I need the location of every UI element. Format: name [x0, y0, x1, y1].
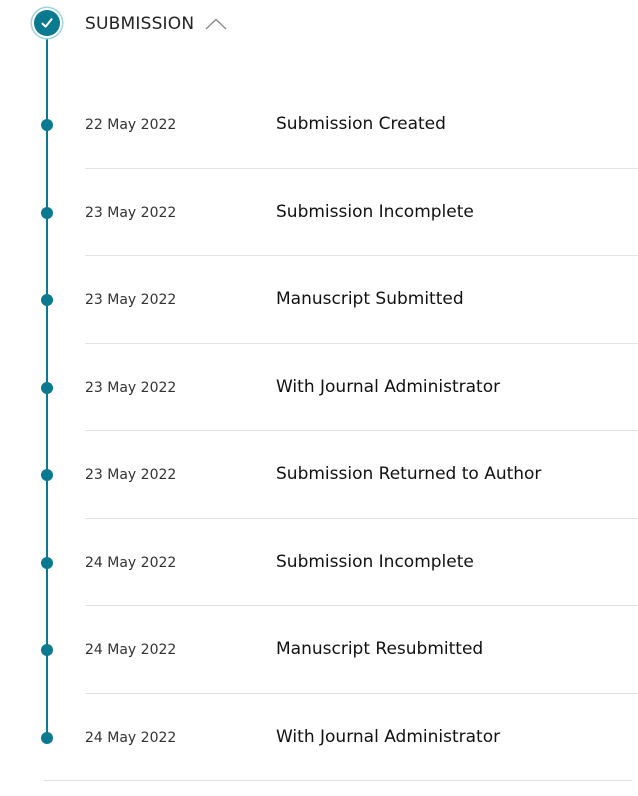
timeline-event: 23 May 2022 Manuscript Submitted	[0, 256, 638, 344]
event-date: 24 May 2022	[85, 554, 177, 571]
event-list: 22 May 2022 Submission Created 23 May 20…	[0, 81, 638, 781]
timeline-event: 24 May 2022 With Journal Administrator	[0, 694, 638, 781]
section-toggle[interactable]: SUBMISSION	[85, 10, 227, 38]
event-status: Submission Created	[276, 114, 446, 134]
timeline-dot	[41, 644, 53, 656]
section-title: SUBMISSION	[85, 14, 195, 34]
event-date: 23 May 2022	[85, 467, 177, 483]
event-date: 22 May 2022	[85, 117, 177, 133]
event-status: Manuscript Submitted	[276, 289, 464, 309]
event-status: Manuscript Resubmitted	[276, 639, 484, 659]
event-date: 23 May 2022	[85, 379, 177, 396]
event-status: Submission Incomplete	[276, 201, 474, 222]
timeline-dot	[41, 294, 53, 306]
timeline-dot	[41, 469, 53, 481]
event-status: Submission Incomplete	[276, 551, 474, 572]
timeline-event: 23 May 2022 With Journal Administrator	[0, 344, 638, 431]
timeline-dot	[41, 119, 53, 131]
chevron-up-icon[interactable]	[205, 18, 227, 30]
timeline-event: 24 May 2022 Submission Incomplete	[0, 519, 638, 606]
timeline-dot	[41, 731, 53, 744]
event-date: 24 May 2022	[85, 642, 177, 658]
check-icon	[34, 10, 60, 36]
timeline-dot	[41, 556, 53, 569]
timeline-event: 23 May 2022 Submission Returned to Autho…	[0, 431, 638, 519]
event-status: With Journal Administrator	[276, 376, 501, 397]
timeline-dot	[41, 206, 53, 219]
divider	[44, 780, 632, 781]
timeline-event: 24 May 2022 Manuscript Resubmitted	[0, 606, 638, 694]
event-status: With Journal Administrator	[276, 726, 501, 747]
event-date: 23 May 2022	[85, 204, 177, 221]
event-status: Submission Returned to Author	[276, 464, 542, 484]
event-date: 23 May 2022	[85, 292, 177, 308]
event-date: 24 May 2022	[85, 729, 177, 746]
timeline-event: 22 May 2022 Submission Created	[0, 81, 638, 169]
timeline-event: 23 May 2022 Submission Incomplete	[0, 169, 638, 256]
timeline-dot	[41, 381, 53, 394]
